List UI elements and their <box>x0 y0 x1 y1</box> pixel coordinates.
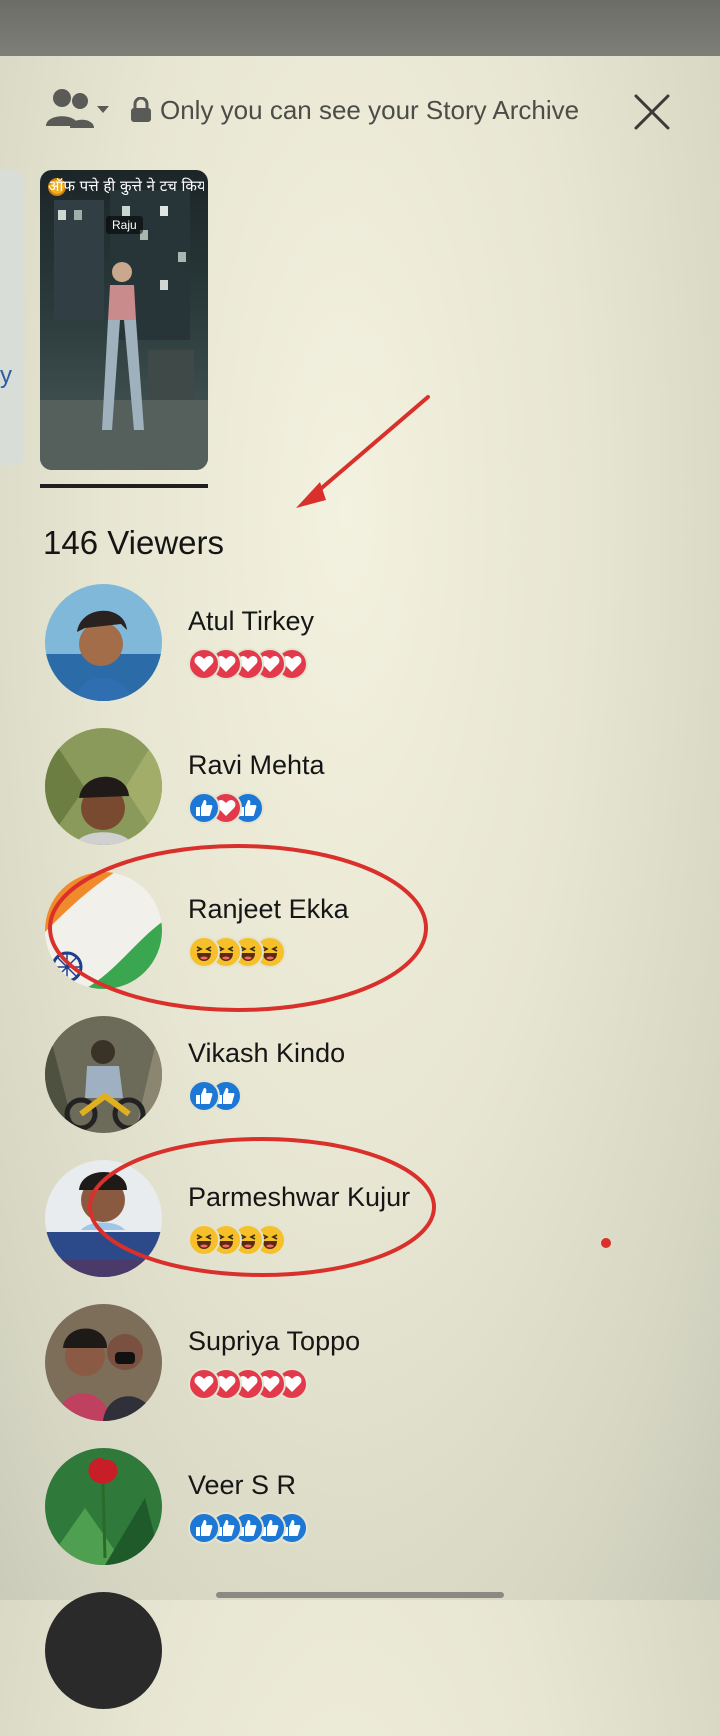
story-tag: Raju <box>106 216 143 234</box>
previous-story-card[interactable] <box>0 170 24 466</box>
avatar[interactable] <box>45 1304 162 1421</box>
viewer-name[interactable]: Ranjeet Ekka <box>188 894 349 925</box>
like-reaction-icon <box>188 1080 220 1112</box>
avatar[interactable] <box>45 1592 162 1709</box>
privacy-text: Only you can see your Story Archive <box>160 94 580 125</box>
close-icon <box>634 94 670 130</box>
people-dropdown-icon <box>46 89 109 128</box>
home-indicator[interactable] <box>216 1592 504 1598</box>
reaction-group <box>188 1224 286 1258</box>
viewer-row[interactable]: Atul Tirkey <box>0 584 720 728</box>
like-reaction-icon <box>188 1512 220 1544</box>
viewer-name[interactable]: Supriya Toppo <box>188 1326 360 1357</box>
privacy-notice: Only you can see your Story Archive <box>130 90 579 130</box>
viewers-count-title: 146 Viewers <box>43 524 225 561</box>
reaction-group <box>188 648 308 682</box>
reaction-group <box>188 1080 242 1114</box>
viewer-row[interactable]: Ranjeet Ekka <box>0 872 720 1016</box>
haha-reaction-icon <box>188 1224 220 1256</box>
viewer-row[interactable]: Vikash Kindo <box>0 1016 720 1160</box>
like-reaction-icon <box>188 792 220 824</box>
previous-story-label: y <box>0 362 12 389</box>
avatar-image <box>45 1160 162 1277</box>
lock-icon <box>131 97 151 122</box>
viewer-row[interactable]: Parmeshwar Kujur <box>0 1160 720 1304</box>
viewer-row[interactable]: Ravi Mehta <box>0 728 720 872</box>
avatar-image <box>45 584 162 701</box>
close-button[interactable] <box>630 90 674 134</box>
story-thumbnail[interactable]: ऑफ पत्ते ही कुत्ते ने टच किया Raju <box>40 170 208 470</box>
status-bar-area <box>0 0 720 56</box>
viewer-row[interactable]: Supriya Toppo <box>0 1304 720 1448</box>
selected-story-indicator <box>40 484 208 488</box>
avatar[interactable] <box>45 728 162 845</box>
avatar[interactable] <box>45 584 162 701</box>
reaction-group <box>188 792 264 826</box>
viewer-row[interactable]: Veer S R <box>0 1448 720 1592</box>
archive-header: Only you can see your Story Archive <box>0 56 720 156</box>
story-caption: ऑफ पत्ते ही कुत्ते ने टच किया <box>48 177 204 195</box>
viewer-name[interactable]: Ravi Mehta <box>188 750 325 781</box>
viewer-list: Atul Tirkey Ravi Mehta Ranjeet Ekka Vika… <box>0 584 720 1736</box>
avatar-image <box>45 872 162 989</box>
avatar-image <box>45 1448 162 1565</box>
avatar-image <box>45 1304 162 1421</box>
reaction-group <box>188 936 286 970</box>
viewer-name[interactable]: Veer S R <box>188 1470 296 1501</box>
viewer-name[interactable]: Vikash Kindo <box>188 1038 345 1069</box>
annotation-arrow <box>296 395 430 508</box>
avatar[interactable] <box>45 1016 162 1133</box>
avatar-image <box>45 1016 162 1133</box>
viewer-row-partial[interactable] <box>0 1592 720 1736</box>
audience-selector-button[interactable] <box>42 86 114 136</box>
avatar[interactable] <box>45 1448 162 1565</box>
avatar[interactable] <box>45 872 162 989</box>
love-reaction-icon <box>188 648 220 680</box>
reaction-group <box>188 1512 308 1546</box>
viewer-name[interactable]: Parmeshwar Kujur <box>188 1182 410 1213</box>
reaction-group <box>188 1368 308 1402</box>
haha-reaction-icon <box>188 936 220 968</box>
avatar[interactable] <box>45 1160 162 1277</box>
viewer-name[interactable]: Atul Tirkey <box>188 606 314 637</box>
avatar-image <box>45 728 162 845</box>
love-reaction-icon <box>188 1368 220 1400</box>
story-image <box>40 190 208 470</box>
